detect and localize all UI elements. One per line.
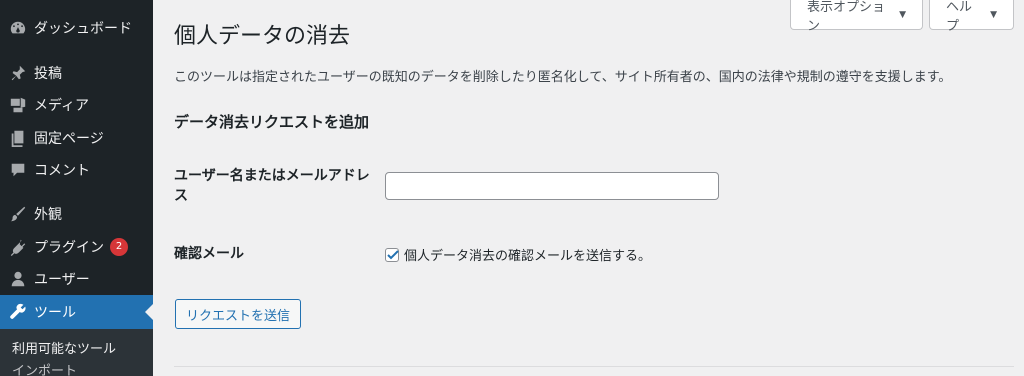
wrench-icon [8, 302, 28, 322]
page-title: 個人データの消去 [174, 24, 351, 49]
user-icon [8, 269, 28, 289]
send-request-button[interactable]: リクエストを送信 [175, 299, 302, 329]
sidebar-item-label: 外観 [34, 207, 62, 223]
sidebar-item-tools[interactable]: ツール [0, 295, 153, 329]
sidebar-item-posts[interactable]: 投稿 [0, 56, 153, 90]
section-title: データ消去リクエストを追加 [174, 113, 370, 131]
sidebar-item-comments[interactable]: コメント [0, 153, 153, 187]
sidebar-item-label: コメント [34, 163, 90, 179]
sidebar-item-label: プラグイン [34, 240, 104, 256]
media-icon [8, 95, 28, 115]
admin-sidebar: ダッシュボード 投稿 メディア 固定ページ コメント 外観 プラグイン 2 ユー… [0, 0, 153, 376]
send-confirmation-label[interactable]: 個人データ消去の確認メールを送信する。 [404, 245, 651, 264]
comment-icon [8, 160, 28, 180]
sidebar-item-appearance[interactable]: 外観 [0, 197, 153, 231]
confirmation-email-row: 個人データ消去の確認メールを送信する。 [385, 245, 651, 264]
sidebar-item-label: 固定ページ [34, 131, 104, 147]
send-confirmation-checkbox[interactable] [385, 247, 399, 262]
brush-icon [8, 204, 28, 224]
caret-down-icon: ▼ [990, 9, 997, 20]
screen-meta-links: 表示オプション ▼ ヘルプ ▼ [790, 0, 1014, 34]
sidebar-item-label: ユーザー [34, 272, 90, 288]
confirmation-email-label: 確認メール [174, 246, 244, 262]
caret-down-icon: ▼ [899, 9, 906, 20]
help-button[interactable]: ヘルプ ▼ [929, 0, 1014, 34]
sidebar-item-dashboard[interactable]: ダッシュボード [0, 11, 153, 45]
pin-icon [8, 63, 28, 83]
sidebar-item-users[interactable]: ユーザー [0, 262, 153, 296]
sidebar-item-plugins[interactable]: プラグイン 2 [0, 230, 153, 264]
screen-options-button[interactable]: 表示オプション ▼ [790, 0, 923, 34]
page-icon [8, 128, 28, 148]
help-label: ヘルプ [946, 0, 973, 34]
sidebar-item-label: メディア [34, 98, 90, 114]
sidebar-item-label: ダッシュボード [34, 21, 132, 37]
tools-submenu: 利用可能なツール インポート [0, 329, 153, 376]
sidebar-item-pages[interactable]: 固定ページ [0, 121, 153, 155]
plugin-icon [8, 237, 28, 257]
submenu-item-import[interactable]: インポート [0, 361, 153, 376]
sidebar-item-label: 投稿 [34, 66, 62, 82]
section-divider [174, 366, 1014, 367]
submenu-item-available-tools[interactable]: 利用可能なツール [0, 339, 153, 361]
update-count-badge: 2 [110, 238, 128, 256]
checkmark-icon [387, 249, 399, 259]
active-indicator [145, 304, 153, 320]
page-description: このツールは指定されたユーザーの既知のデータを削除したり匿名化して、サイト所有者… [174, 70, 952, 85]
username-or-email-input[interactable] [385, 172, 719, 200]
sidebar-item-label: ツール [34, 305, 76, 321]
username-label: ユーザー名またはメールアドレス [174, 168, 370, 204]
screen-options-label: 表示オプション [807, 0, 886, 34]
dashboard-icon [8, 18, 28, 38]
sidebar-item-media[interactable]: メディア [0, 88, 153, 122]
